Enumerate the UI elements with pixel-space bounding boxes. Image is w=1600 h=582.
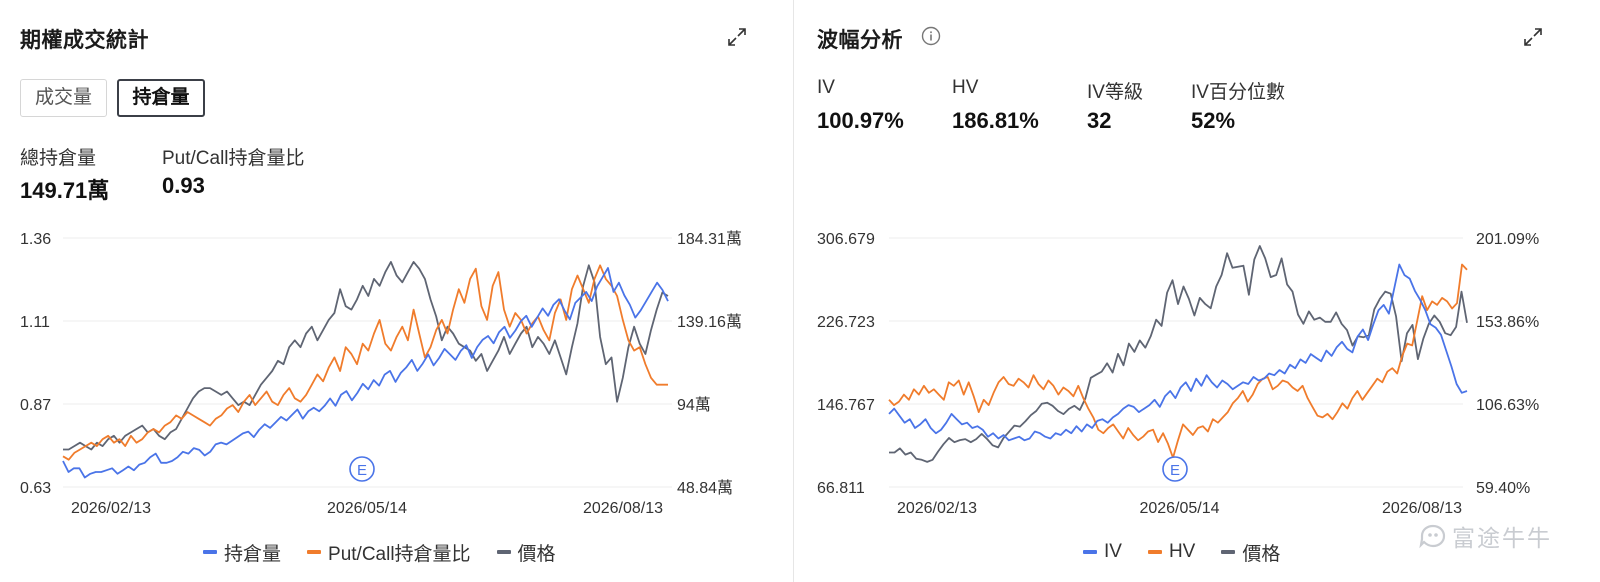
series-line-0 xyxy=(888,263,1468,442)
legend-swatch xyxy=(203,550,217,554)
x-tick-label: 2026/05/14 xyxy=(327,500,407,517)
legend-swatch xyxy=(1147,550,1162,554)
watermark-text: 富途牛牛 xyxy=(1452,525,1552,551)
legend-swatch xyxy=(1083,550,1097,554)
legend-item-oi[interactable]: 持倉量 xyxy=(203,539,281,566)
y-right-tick-label: 201.09% xyxy=(1476,231,1539,248)
options-stats-panel: 期權成交統計 成交量 持倉量 總持倉量 149.71萬 Put/Call持倉量比… xyxy=(0,0,793,582)
y-right-tick-label: 48.84萬 xyxy=(677,479,733,497)
volatility-panel: 波幅分析 IV 100.97% HV 186.81% IV等級 32 IV百分位… xyxy=(809,0,1600,582)
y-left-tick-label: 146.767 xyxy=(817,397,875,414)
earnings-marker-label: E xyxy=(1170,462,1180,479)
legend-item-price[interactable]: 價格 xyxy=(1221,539,1280,566)
legend-swatch xyxy=(496,550,511,554)
watermark: 富途牛牛 xyxy=(1418,519,1552,553)
legend-label: 價格 xyxy=(517,543,556,565)
legend-label: IV xyxy=(1104,541,1122,562)
x-tick-label: 2026/05/14 xyxy=(1139,500,1219,517)
y-right-tick-label: 153.86% xyxy=(1476,314,1539,331)
legend-label: 持倉量 xyxy=(224,543,282,565)
y-left-tick-label: 226.723 xyxy=(817,314,875,331)
earnings-marker-label: E xyxy=(357,462,367,479)
legend-item-hv[interactable]: HV xyxy=(1147,541,1196,563)
y-right-tick-label: 94萬 xyxy=(677,396,711,414)
y-left-tick-label: 0.87 xyxy=(20,397,51,414)
y-left-tick-label: 66.811 xyxy=(817,480,865,497)
x-tick-label: 2026/08/13 xyxy=(583,500,663,517)
volatility-chart: 306.679 201.09% 226.723 153.86% 146.767 106.6… xyxy=(817,231,1539,517)
y-left-tick-label: 306.679 xyxy=(817,231,875,248)
x-tick-label: 2026/08/13 xyxy=(1382,500,1462,517)
series-line-2 xyxy=(63,260,669,451)
legend-label: 價格 xyxy=(1242,543,1281,565)
legend-item-price[interactable]: 價格 xyxy=(496,539,556,566)
y-right-tick-label: 184.31萬 xyxy=(677,230,742,248)
chart-legend: 持倉量 Put/Call持倉量比 價格 xyxy=(203,539,582,566)
legend-label: Put/Call持倉量比 xyxy=(328,543,471,565)
chart-legend: IV HV 價格 xyxy=(1083,539,1306,566)
futu-logo-icon xyxy=(1419,524,1446,549)
y-right-tick-label: 139.16萬 xyxy=(677,313,742,331)
y-right-tick-label: 106.63% xyxy=(1476,397,1539,414)
legend-label: HV xyxy=(1168,541,1196,562)
x-tick-label: 2026/02/13 xyxy=(897,500,977,517)
series-line-0 xyxy=(62,267,669,479)
y-left-tick-label: 0.63 xyxy=(20,480,51,497)
oi-chart: 1.36 184.31萬 1.11 139.16萬 0.87 94萬 0.63 48.84萬 2… xyxy=(20,230,742,517)
legend-swatch xyxy=(307,550,322,554)
y-right-tick-label: 59.40% xyxy=(1476,480,1530,497)
y-left-tick-label: 1.36 xyxy=(20,231,51,248)
series-line-2 xyxy=(889,245,1468,463)
x-tick-label: 2026/02/13 xyxy=(71,500,151,517)
legend-item-pc-ratio[interactable]: Put/Call持倉量比 xyxy=(307,539,471,566)
legend-swatch xyxy=(1221,550,1236,554)
legend-item-iv[interactable]: IV xyxy=(1083,541,1122,563)
y-left-tick-label: 1.11 xyxy=(20,314,50,331)
panel-divider xyxy=(793,0,794,582)
series-line-1 xyxy=(888,263,1468,459)
